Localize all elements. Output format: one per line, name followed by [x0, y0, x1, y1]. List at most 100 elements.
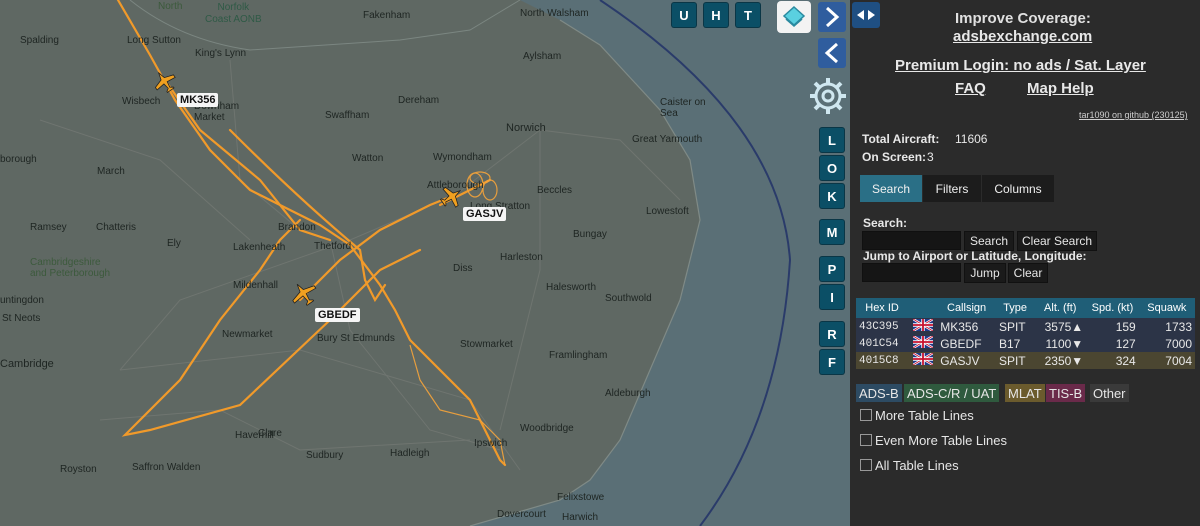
- clear-search-button[interactable]: Clear Search: [1017, 231, 1097, 251]
- r-button[interactable]: R: [820, 322, 844, 346]
- speed-cell: 159: [1115, 319, 1136, 334]
- tab-filters[interactable]: Filters: [923, 175, 981, 202]
- town-label: Newmarket: [222, 329, 273, 340]
- town-label: Norfolk Coast AONB: [205, 2, 262, 25]
- town-label: Diss: [453, 263, 473, 274]
- callsign-cell: GBEDF: [940, 336, 982, 351]
- speed-cell: 127: [1115, 336, 1136, 351]
- tab-search[interactable]: Search: [860, 175, 922, 202]
- map-view[interactable]: North Norfolk Coast AONB Fakenham North Wal…: [0, 0, 850, 526]
- col-squawk[interactable]: Squawk: [1138, 298, 1195, 318]
- town-label: Swaffham: [325, 110, 370, 121]
- premium-login-link[interactable]: Premium Login: no ads / Sat. Layer: [895, 57, 1146, 74]
- m-button[interactable]: M: [820, 220, 844, 244]
- town-label: Long Sutton: [127, 35, 181, 46]
- legend-mlat[interactable]: MLAT: [1005, 384, 1045, 402]
- u-button[interactable]: U: [672, 3, 696, 27]
- search-button[interactable]: Search: [964, 231, 1014, 251]
- map-help-link[interactable]: Map Help: [1027, 80, 1094, 97]
- town-label: Bungay: [573, 229, 607, 240]
- town-label: Brandon: [278, 222, 316, 233]
- town-label: Aylsham: [523, 51, 562, 62]
- version-link[interactable]: tar1090 on github (230125): [1079, 110, 1188, 120]
- squawk-cell: 7000: [1165, 336, 1192, 351]
- town-label: Spalding: [20, 35, 59, 46]
- town-label: Clare: [258, 428, 282, 439]
- l-button[interactable]: L: [820, 128, 844, 152]
- even-more-table-lines-label: Even More Table Lines: [875, 433, 1008, 448]
- expand-toggle-button[interactable]: [852, 2, 880, 28]
- adsbexchange-link[interactable]: adsbexchange.com: [953, 28, 1092, 45]
- type-cell: SPIT: [998, 319, 1026, 334]
- collapse-panel-button[interactable]: [818, 2, 846, 32]
- speed-cell: 324: [1115, 353, 1136, 368]
- town-label: Beccles: [537, 185, 573, 196]
- search-input[interactable]: [862, 231, 961, 250]
- town-label: Ramsey: [30, 222, 67, 233]
- town-label: Great Yarmouth: [632, 134, 703, 145]
- on-screen-label: On Screen:: [862, 150, 927, 164]
- legend-other[interactable]: Other: [1090, 384, 1129, 402]
- town-label: Hadleigh: [390, 448, 430, 459]
- town-label: Royston: [60, 464, 97, 475]
- clear-button[interactable]: Clear: [1008, 263, 1048, 283]
- settings-button[interactable]: [806, 74, 850, 118]
- town-label: Stowmarket: [460, 339, 513, 350]
- flag-cell: [908, 317, 937, 335]
- col-flag[interactable]: [908, 298, 938, 318]
- callsign-cell: GASJV: [940, 353, 980, 368]
- more-table-lines-label: More Table Lines: [875, 408, 974, 423]
- town-label: March: [97, 166, 125, 177]
- table-row[interactable]: 401C54 GBEDF B17 1100▼ 127 7000: [856, 334, 1195, 352]
- legend-tis-b[interactable]: TIS-B: [1046, 384, 1086, 402]
- town-label: Harwich: [562, 512, 599, 523]
- jump-label: Jump to Airport or Latitude, Longitude:: [863, 249, 1087, 263]
- town-label: Lowestoft: [646, 206, 689, 217]
- col-hex-id[interactable]: Hex ID: [856, 298, 909, 318]
- i-button[interactable]: I: [820, 285, 844, 309]
- total-aircraft-value: 11606: [955, 132, 988, 146]
- t-button[interactable]: T: [736, 3, 760, 27]
- town-label: Dereham: [398, 95, 440, 106]
- town-label: Sudbury: [306, 450, 344, 461]
- table-row[interactable]: 4015C8 GASJV SPIT 2350▼ 324 7004: [856, 351, 1195, 369]
- tab-columns[interactable]: Columns: [982, 175, 1054, 202]
- col-callsign[interactable]: Callsign: [937, 298, 996, 318]
- all-table-lines-label: All Table Lines: [875, 458, 959, 473]
- table-header-row: Hex ID Callsign Type Alt. (ft) Spd. (kt)…: [856, 298, 1195, 318]
- town-label: Watton: [352, 153, 384, 164]
- squawk-cell: 1733: [1165, 319, 1192, 334]
- aircraft-label-mk356[interactable]: MK356: [177, 93, 219, 107]
- table-row[interactable]: 43C395 MK356 SPIT 3575▲ 159 1733: [856, 317, 1195, 335]
- col-speed[interactable]: Spd. (kt): [1086, 298, 1139, 318]
- search-label: Search:: [863, 216, 908, 230]
- o-button[interactable]: O: [820, 156, 844, 180]
- p-button[interactable]: P: [820, 257, 844, 281]
- hex-cell: 401C54: [859, 337, 899, 350]
- town-label: Bury St Edmunds: [317, 333, 395, 344]
- altitude-cell: 2350▼: [1044, 353, 1084, 368]
- even-more-table-lines-checkbox[interactable]: [860, 434, 872, 446]
- col-type[interactable]: Type: [995, 298, 1035, 318]
- h-button[interactable]: H: [704, 3, 728, 27]
- k-button[interactable]: K: [820, 184, 844, 208]
- improve-coverage-text: Improve Coverage:: [955, 10, 1091, 27]
- aircraft-table: Hex ID Callsign Type Alt. (ft) Spd. (kt)…: [856, 298, 1195, 369]
- more-table-lines-checkbox[interactable]: [860, 409, 872, 421]
- faq-link[interactable]: FAQ: [955, 80, 986, 97]
- jump-input[interactable]: [862, 263, 961, 282]
- flag-cell: [908, 334, 937, 352]
- town-label: Mildenhall: [233, 280, 279, 291]
- on-screen-value: 3: [927, 150, 934, 164]
- layers-button[interactable]: [777, 1, 811, 33]
- aircraft-label-gasjv[interactable]: GASJV: [463, 207, 507, 221]
- back-button[interactable]: [818, 38, 846, 68]
- aircraft-label-gbedf[interactable]: GBEDF: [315, 308, 360, 322]
- col-altitude[interactable]: Alt. (ft): [1034, 298, 1087, 318]
- f-button[interactable]: F: [820, 350, 844, 374]
- jump-button[interactable]: Jump: [964, 263, 1006, 283]
- all-table-lines-checkbox[interactable]: [860, 459, 872, 471]
- expand-arrows-icon: [857, 10, 875, 20]
- legend-ads-c-r-uat[interactable]: ADS-C/R / UAT: [904, 384, 1000, 402]
- legend-ads-b[interactable]: ADS-B: [856, 384, 902, 402]
